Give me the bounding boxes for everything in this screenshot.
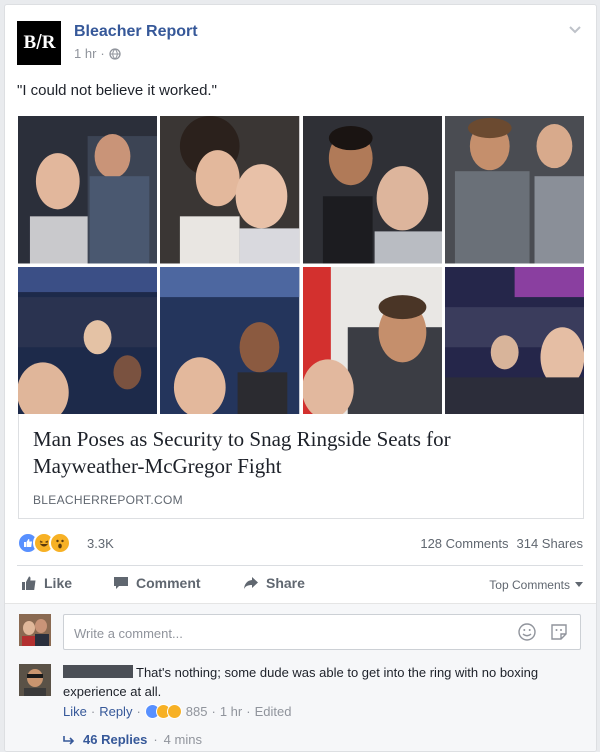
wow-reaction-icon: [166, 704, 182, 719]
chevron-down-icon[interactable]: [568, 25, 582, 35]
meta-dot: ·: [211, 704, 216, 719]
comment-icon: [114, 577, 128, 589]
post-time[interactable]: 1 hr: [74, 46, 96, 61]
globe-icon[interactable]: [109, 47, 121, 60]
caret-down-icon: [575, 582, 583, 587]
post-meta: 1 hr ·: [74, 46, 121, 61]
logo-letter-b: B: [23, 32, 37, 53]
like-button[interactable]: Like: [21, 575, 72, 591]
avatar[interactable]: [19, 614, 51, 646]
like-icon: [22, 576, 36, 590]
replies-time: 4 mins: [163, 732, 202, 747]
comment-like-link[interactable]: Like: [63, 704, 87, 719]
meta-dot: ·: [136, 704, 141, 719]
meta-dot: ·: [246, 704, 251, 719]
view-replies-link[interactable]: 46 Replies · 4 mins: [63, 732, 202, 747]
photo-8: [444, 266, 584, 414]
redacted-commenter-name: [63, 665, 133, 678]
shares-count-link[interactable]: 314 Shares: [517, 536, 584, 551]
page-logo[interactable]: B / R: [17, 21, 61, 65]
comments-section: Write a comment... That's nothing; some …: [5, 603, 596, 751]
photo-4: [444, 116, 584, 264]
share-button[interactable]: Share: [243, 575, 305, 591]
top-comments-dropdown[interactable]: Top Comments: [489, 578, 583, 592]
meta-separator: ·: [100, 46, 105, 61]
post-actions: Like Comment Share Top Comments: [17, 569, 583, 599]
divider: [17, 565, 583, 566]
post-caption: "I could not believe it worked.": [17, 82, 217, 99]
meta-dot: ·: [90, 704, 96, 719]
commenter-avatar[interactable]: [19, 664, 51, 696]
link-title[interactable]: Man Poses as Security to Snag Ringside S…: [33, 426, 553, 480]
comment-button[interactable]: Comment: [113, 575, 201, 591]
logo-slash: /: [36, 31, 41, 54]
reply-arrow-icon: [63, 735, 75, 745]
replies-count: 46 Replies: [83, 732, 148, 747]
page-name-link[interactable]: Bleacher Report: [74, 23, 198, 41]
meta-dot: ·: [153, 732, 158, 747]
comment-placeholder: Write a comment...: [74, 626, 183, 641]
photo-1: [18, 116, 158, 264]
link-domain: BLEACHERREPORT.COM: [33, 493, 183, 507]
photo-7: [302, 266, 442, 414]
comment-label: Comment: [136, 575, 201, 591]
reactions-summary: 3.3K 128 Comments 314 Shares: [17, 530, 583, 556]
link-preview[interactable]: Man Poses as Security to Snag Ringside S…: [18, 414, 584, 519]
top-comments-label: Top Comments: [489, 578, 570, 592]
comment-message: That's nothing; some dude was able to ge…: [63, 665, 539, 699]
comment-reply-link[interactable]: Reply: [99, 704, 132, 719]
share-icon: [244, 577, 258, 589]
wow-reaction-icon: [49, 532, 71, 554]
emoji-icon[interactable]: [518, 623, 536, 641]
photo-grid[interactable]: [18, 116, 584, 414]
post-header: B / R Bleacher Report 1 hr ·: [17, 17, 582, 67]
logo-letter-r: R: [41, 32, 56, 53]
comments-count-link[interactable]: 128 Comments: [420, 536, 508, 551]
engagement-counts: 128 Comments 314 Shares: [420, 536, 583, 551]
photo-3: [302, 116, 442, 264]
sticker-icon[interactable]: [550, 623, 568, 641]
reaction-count[interactable]: 3.3K: [87, 536, 114, 551]
comment-input[interactable]: Write a comment...: [63, 614, 581, 650]
photo-2: [160, 116, 300, 264]
comment-reaction-count[interactable]: 885: [186, 704, 208, 719]
photo-6: [160, 266, 300, 414]
photo-5: [18, 266, 158, 414]
comment-time[interactable]: 1 hr: [220, 704, 242, 719]
reaction-icons[interactable]: [17, 532, 71, 554]
share-label: Share: [266, 575, 305, 591]
like-label: Like: [44, 575, 73, 591]
comment-text: That's nothing; some dude was able to ge…: [63, 663, 573, 701]
comment-meta: Like · Reply · 885 · 1 hr · Edited: [63, 704, 291, 719]
comment-edited[interactable]: Edited: [255, 704, 292, 719]
comment-reaction-icons[interactable]: [144, 704, 182, 719]
post-card: B / R Bleacher Report 1 hr · "I could not …: [4, 4, 597, 752]
